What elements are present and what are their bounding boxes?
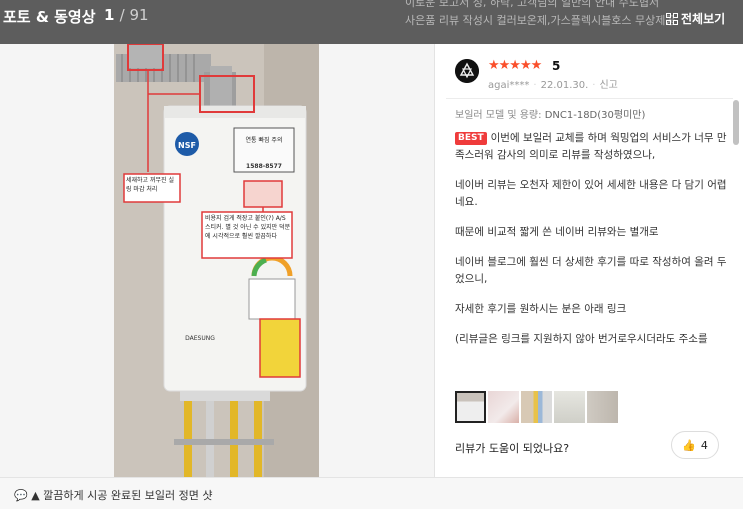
brand-text: DAESUNG (185, 335, 215, 342)
review-paragraph: 네이버 블로그에 훨씬 더 상세한 후기를 따로 작성하여 올려 두었으니, (455, 256, 727, 285)
review-date: 22.01.30. (540, 80, 589, 91)
avatar (455, 59, 479, 83)
like-button[interactable]: 👍 4 (671, 431, 719, 459)
helpful-question: 리뷰가 도움이 되었나요? (455, 442, 570, 455)
review-body: 보일러 모델 및 용량: DNC1-18D(30평미만) BEST 이번에 보일러… (455, 108, 727, 376)
grid-icon (666, 12, 678, 25)
meta-divider (446, 98, 733, 99)
current-index: 1 (104, 6, 115, 24)
review-photo[interactable]: NSF 연통 빠짐 주의 1588-8577 DAESUNG 세재하고 꺼무진 … (114, 44, 319, 477)
background-text: 사은품 리뷰 작성시 컬러보온제,가스플렉시블호스 무상제공 (405, 14, 676, 27)
total-count: / 91 (119, 6, 149, 24)
boiler-photo-illustration: NSF 연통 빠짐 주의 1588-8577 DAESUNG (114, 44, 319, 477)
photo-annotation-1: 세재하고 꺼무진 실링 마감 처리 (126, 177, 174, 193)
avatar-icon (455, 59, 479, 83)
review-paragraph: 네이버 리뷰는 오천자 제한이 있어 세세한 내용은 다 담기 어렵네요. (455, 179, 727, 208)
photo-caption-bar: 💬 ▲ 깔끔하게 시공 완료된 보일러 정면 샷 (0, 477, 743, 509)
view-all-button[interactable]: 전체보기 (666, 10, 725, 27)
view-all-label: 전체보기 (681, 12, 726, 26)
thumbnail-2[interactable] (488, 391, 519, 423)
speech-bubble-icon: 💬 (14, 489, 28, 502)
review-text: 이번에 보일러 교체를 하며 웍밍업의 서비스가 너무 만족스러워 감사의 의미… (455, 132, 727, 161)
rating-score: 5 (552, 59, 561, 73)
caption-text: ▲ 깔끔하게 시공 완료된 보일러 정면 샷 (31, 489, 213, 502)
review-paragraph: 때문에 비교적 짧게 쓴 네이버 리뷰와는 별개로 (455, 226, 659, 238)
best-badge: BEST (455, 132, 487, 145)
option-label: 보일러 모델 및 용량: (455, 110, 542, 121)
star-rating-icon: ★★★★★ (488, 58, 542, 73)
photo-viewer: NSF 연통 빠짐 주의 1588-8577 DAESUNG 세재하고 꺼무진 … (0, 44, 434, 477)
thumbnail-5[interactable] (587, 391, 618, 423)
product-option: 보일러 모델 및 용량: DNC1-18D(30평미만) (455, 108, 727, 124)
warning-label-text: 연통 빠짐 주의 (246, 136, 283, 144)
review-meta: agai**** · 22.01.30. · 신고 (488, 80, 618, 91)
review-paragraph: (리뷰글은 링크를 지원하지 않아 번거로우시더라도 주소를 (455, 333, 708, 345)
photo-annotation-2: 비용지 검게 적장고 붙인(?) A/S 스티커. 별 것 아닌 수 있지만 덕… (205, 215, 291, 240)
photo-counter: 1 / 91 (104, 6, 149, 24)
thumbnail-3[interactable] (521, 391, 552, 423)
option-value: DNC1-18D(30평미만) (544, 110, 646, 121)
review-paragraph: 자세한 후기를 원하시는 분은 아래 링크 (455, 303, 627, 315)
like-count: 4 (700, 438, 708, 452)
panel-divider (434, 44, 435, 477)
nsf-logo-text: NSF (178, 141, 196, 150)
review-scrollbar[interactable] (733, 100, 739, 474)
photo-thumbnails (455, 391, 618, 423)
review-paragraph: BEST 이번에 보일러 교체를 하며 웍밍업의 서비스가 너무 만족스러워 감사… (455, 130, 727, 164)
thumbs-up-icon: 👍 (682, 438, 696, 452)
background-text: 이로운 보고서 성, 하락, 고객님의 일반의 안내 수도협서 (405, 0, 660, 9)
phone-label-text: 1588-8577 (246, 163, 282, 170)
report-link[interactable]: 신고 (599, 80, 617, 91)
photo-caption: 💬 ▲ 깔끔하게 시공 완료된 보일러 정면 샷 (14, 487, 212, 503)
thumbnail-1[interactable] (455, 391, 486, 423)
scroll-thumb[interactable] (733, 100, 739, 145)
thumbnail-4[interactable] (554, 391, 585, 423)
reviewer-id: agai**** (488, 80, 530, 91)
photo-review-modal: NSF 연통 빠짐 주의 1588-8577 DAESUNG 세재하고 꺼무진 … (0, 44, 743, 509)
viewer-title: 포토 & 동영상 (3, 8, 96, 26)
